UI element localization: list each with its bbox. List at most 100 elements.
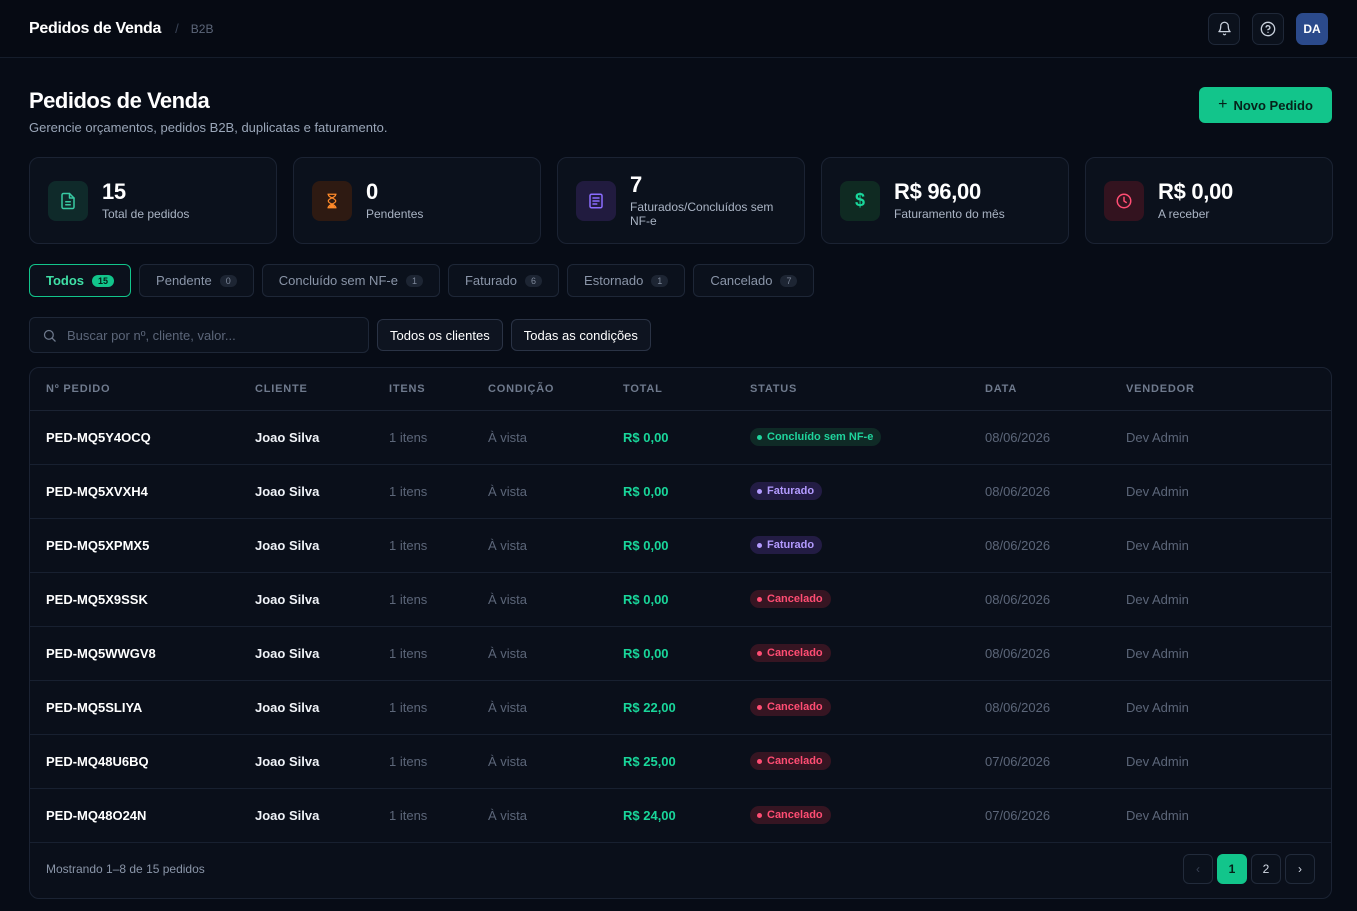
order-date: 08/06/2026 <box>985 626 1126 681</box>
client-name: Joao Silva <box>255 572 389 627</box>
order-date: 08/06/2026 <box>985 410 1126 465</box>
kpi-invoiced: 7 Faturados/Concluídos sem NF-e <box>557 157 805 244</box>
order-date: 07/06/2026 <box>985 734 1126 789</box>
table-row[interactable]: PED-MQ5SLIYA Joao Silva 1 itens À vista R$ 2… <box>30 680 1331 735</box>
tab-count: 6 <box>525 274 543 287</box>
order-total: R$ 22,00 <box>623 680 750 735</box>
status-dot-icon <box>757 812 762 818</box>
status-badge: Cancelado <box>750 644 831 663</box>
conditions-filter-button[interactable]: Todas as condições <box>510 319 651 351</box>
prev-page-button[interactable]: ‹ <box>1183 854 1213 884</box>
app-title: Pedidos de Venda <box>29 19 162 37</box>
status-dot-icon <box>757 488 762 494</box>
order-total: R$ 0,00 <box>623 626 750 681</box>
tab-todos[interactable]: Todos 15 <box>29 264 132 297</box>
seller-name: Dev Admin <box>1126 626 1331 681</box>
seller-name: Dev Admin <box>1126 518 1331 573</box>
order-id: PED-MQ5XVXH4 <box>30 464 255 519</box>
document-icon <box>48 180 88 221</box>
status-badge: Cancelado <box>750 752 831 771</box>
table-row[interactable]: PED-MQ5XVXH4 Joao Silva 1 itens À vista R$ 0… <box>30 464 1331 519</box>
items-count: 1 itens <box>389 572 488 627</box>
top-bar: Pedidos de Venda / B2B DA <box>0 0 1357 58</box>
tab-faturado[interactable]: Faturado 6 <box>447 264 560 297</box>
kpi-receivable: R$ 0,00 A receber <box>1085 157 1333 244</box>
kpi-value: R$ 96,00 <box>894 178 981 204</box>
order-total: R$ 25,00 <box>623 734 750 789</box>
page-button-1[interactable]: 1 <box>1217 854 1247 884</box>
status-badge: Cancelado <box>750 698 831 717</box>
order-date: 08/06/2026 <box>985 518 1126 573</box>
payment-condition: À vista <box>488 518 623 573</box>
table-row[interactable]: PED-MQ5WWGV8 Joao Silva 1 itens À vista R$ 0… <box>30 626 1331 681</box>
table-row[interactable]: PED-MQ5XPMX5 Joao Silva 1 itens À vista R$ 0… <box>30 518 1331 573</box>
page-subtitle: Gerencie orçamentos, pedidos B2B, duplic… <box>29 120 388 135</box>
tab-estornado[interactable]: Estornado 1 <box>567 264 686 297</box>
status-dot-icon <box>757 434 762 440</box>
tab-concluido-sem-nfe[interactable]: Concluído sem NF-e 1 <box>261 264 440 297</box>
tab-label: Faturado <box>464 273 518 288</box>
client-name: Joao Silva <box>255 464 389 519</box>
tab-pendente[interactable]: Pendente 0 <box>139 264 254 297</box>
status-dot-icon <box>757 704 762 710</box>
status-label: Cancelado <box>767 647 823 660</box>
items-count: 1 itens <box>389 680 488 735</box>
dollar-icon: $ <box>840 180 880 221</box>
order-total: R$ 0,00 <box>623 572 750 627</box>
status-cell: Faturado <box>750 518 985 573</box>
table-row[interactable]: PED-MQ48U6BQ Joao Silva 1 itens À vista R$ 2… <box>30 734 1331 789</box>
order-id: PED-MQ5XPMX5 <box>30 518 255 573</box>
status-badge: Faturado <box>750 482 823 501</box>
next-page-button[interactable]: › <box>1285 854 1315 884</box>
payment-condition: À vista <box>488 680 623 735</box>
column-header[interactable]: CONDIÇÃO <box>488 368 623 411</box>
items-count: 1 itens <box>389 410 488 465</box>
seller-name: Dev Admin <box>1126 464 1331 519</box>
tab-label: Estornado <box>584 273 644 288</box>
column-header[interactable]: Nº PEDIDO <box>30 368 255 411</box>
status-dot-icon <box>757 596 762 602</box>
payment-condition: À vista <box>488 788 623 843</box>
tab-cancelado[interactable]: Cancelado 7 <box>693 264 815 297</box>
avatar[interactable]: DA <box>1296 12 1328 45</box>
order-date: 08/06/2026 <box>985 572 1126 627</box>
column-header[interactable]: DATA <box>985 368 1126 411</box>
table-row[interactable]: PED-MQ48O24N Joao Silva 1 itens À vista R$ 2… <box>30 788 1331 843</box>
status-dot-icon <box>757 758 762 764</box>
table-row[interactable]: PED-MQ5Y4OCQ Joao Silva 1 itens À vista R$ 0… <box>30 410 1331 465</box>
page-button-2[interactable]: 2 <box>1251 854 1281 884</box>
payment-condition: À vista <box>488 410 623 465</box>
column-header[interactable]: STATUS <box>750 368 985 411</box>
page-title: Pedidos de Venda <box>29 88 210 113</box>
plus-icon: + <box>1218 96 1228 113</box>
help-button[interactable] <box>1252 12 1284 45</box>
tab-count: 1 <box>651 274 669 287</box>
clients-filter-button[interactable]: Todos os clientes <box>377 319 503 351</box>
items-count: 1 itens <box>389 464 488 519</box>
items-count: 1 itens <box>389 518 488 573</box>
order-total: R$ 0,00 <box>623 410 750 465</box>
table-row[interactable]: PED-MQ5X9SSK Joao Silva 1 itens À vista R$ 0… <box>30 572 1331 627</box>
search-input[interactable] <box>67 327 347 343</box>
column-header[interactable]: CLIENTE <box>255 368 389 411</box>
payment-condition: À vista <box>488 464 623 519</box>
status-cell: Cancelado <box>750 626 985 681</box>
column-header[interactable]: TOTAL <box>623 368 750 411</box>
new-order-button[interactable]: + Novo Pedido <box>1199 87 1332 123</box>
notifications-button[interactable] <box>1208 12 1240 45</box>
kpi-label: A receber <box>1158 206 1210 221</box>
column-header[interactable]: ITENS <box>389 368 488 411</box>
kpi-monthly-revenue: $ R$ 96,00 Faturamento do mês <box>821 157 1069 244</box>
order-id: PED-MQ48U6BQ <box>30 734 255 789</box>
tab-count: 1 <box>405 274 423 287</box>
column-header[interactable]: VENDEDOR <box>1126 368 1331 411</box>
order-id: PED-MQ5Y4OCQ <box>30 410 255 465</box>
status-badge: Cancelado <box>750 590 831 609</box>
status-badge: Faturado <box>750 536 823 555</box>
status-label: Concluído sem NF-e <box>767 431 874 444</box>
breadcrumb[interactable]: B2B <box>191 22 214 36</box>
pagination: ‹ 1 2 › <box>1183 854 1315 884</box>
kpi-value: 7 <box>630 171 642 197</box>
seller-name: Dev Admin <box>1126 680 1331 735</box>
order-date: 07/06/2026 <box>985 788 1126 843</box>
